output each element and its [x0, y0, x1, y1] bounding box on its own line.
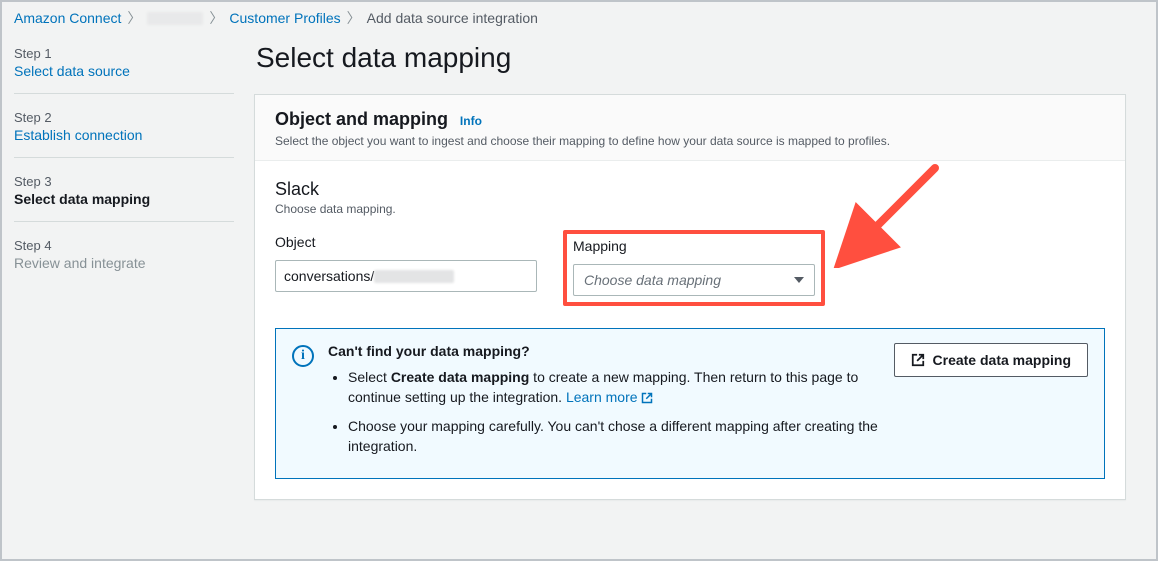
breadcrumb-current: Add data source integration [367, 10, 538, 26]
step-number: Step 2 [14, 110, 234, 125]
mapping-label: Mapping [573, 234, 815, 258]
breadcrumb-instance-redacted[interactable] [147, 12, 203, 25]
button-label: Create data mapping [933, 352, 1071, 368]
caret-down-icon [794, 277, 804, 283]
chevron-right-icon: 〉 [127, 8, 141, 28]
object-input[interactable]: conversations/ [275, 260, 537, 292]
panel-heading: Object and mapping [275, 109, 448, 130]
mapping-select[interactable]: Choose data mapping [573, 264, 815, 296]
object-mapping-panel: Object and mapping Info Select the objec… [254, 94, 1126, 500]
breadcrumb-root[interactable]: Amazon Connect [14, 10, 121, 26]
panel-description: Select the object you want to ingest and… [275, 134, 1105, 148]
chevron-right-icon: 〉 [347, 8, 361, 28]
sidebar-step-establish-connection[interactable]: Establish connection [14, 127, 142, 143]
breadcrumb-customer-profiles[interactable]: Customer Profiles [229, 10, 340, 26]
mapping-placeholder: Choose data mapping [584, 272, 721, 288]
breadcrumb: Amazon Connect 〉 〉 Customer Profiles 〉 A… [2, 2, 1156, 28]
learn-more-link[interactable]: Learn more [566, 389, 653, 405]
sidebar-step-select-data-source[interactable]: Select data source [14, 63, 130, 79]
chevron-right-icon: 〉 [209, 8, 223, 28]
step-number: Step 3 [14, 174, 234, 189]
info-link[interactable]: Info [460, 114, 482, 128]
object-label: Object [275, 234, 537, 254]
info-bullet: Select Create data mapping to create a n… [348, 367, 880, 408]
step-number: Step 4 [14, 238, 234, 253]
info-box: i Can't find your data mapping? Select C… [275, 328, 1105, 479]
object-value-redacted [374, 270, 454, 283]
text: Select [348, 369, 391, 385]
object-value-prefix: conversations/ [284, 268, 374, 284]
sidebar-step-current: Select data mapping [14, 191, 150, 207]
create-data-mapping-button[interactable]: Create data mapping [894, 343, 1088, 377]
section-title: Slack [275, 179, 1105, 200]
step-number: Step 1 [14, 46, 234, 61]
section-subtitle: Choose data mapping. [275, 202, 1105, 216]
wizard-sidebar: Step 1 Select data source Step 2 Establi… [2, 42, 254, 500]
mapping-highlight: Mapping Choose data mapping [563, 230, 825, 306]
sidebar-step-review-integrate: Review and integrate [14, 255, 146, 271]
external-link-icon [911, 353, 925, 367]
info-title: Can't find your data mapping? [328, 343, 530, 359]
info-bullet: Choose your mapping carefully. You can't… [348, 416, 880, 457]
info-icon: i [292, 345, 314, 367]
page-title: Select data mapping [256, 42, 1126, 74]
external-link-icon [641, 392, 653, 404]
text-bold: Create data mapping [391, 369, 529, 385]
